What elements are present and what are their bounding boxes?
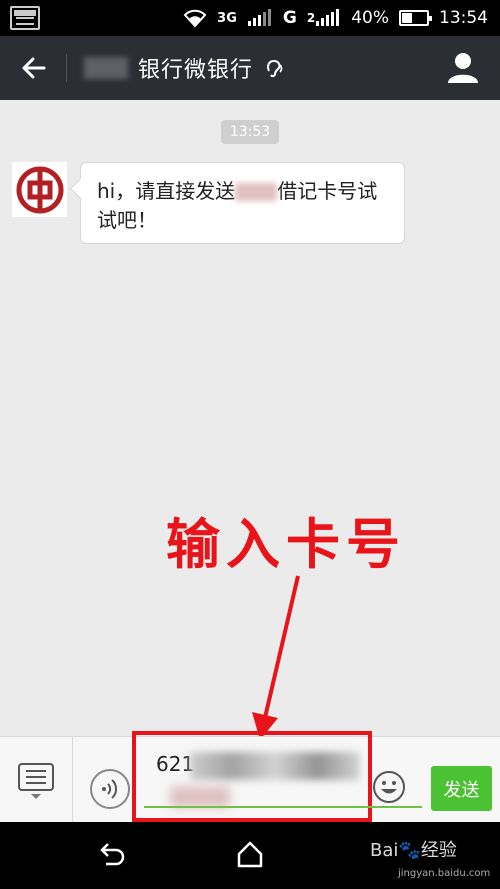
message-text-start: hi，请直接发送 xyxy=(97,179,236,203)
voice-input-button[interactable] xyxy=(90,769,130,809)
bank-avatar[interactable] xyxy=(12,162,67,217)
battery-percent: 40% xyxy=(351,8,389,28)
list-menu-icon xyxy=(18,763,54,799)
menu-toggle-button[interactable] xyxy=(0,737,73,823)
title-divider xyxy=(66,54,67,82)
nav-back-icon[interactable] xyxy=(96,838,128,870)
voice-wave-icon xyxy=(102,779,118,799)
network-g-indicator: G xyxy=(282,8,297,28)
watermark-logo: Bai🐾经验 xyxy=(370,836,457,862)
clock: 13:54 xyxy=(439,8,488,28)
redacted-card-number xyxy=(190,752,360,780)
annotation-arrow-icon xyxy=(252,575,300,740)
annotation-label: 输入卡号 xyxy=(166,512,406,576)
smiley-icon xyxy=(373,771,405,803)
watermark-brand: Bai xyxy=(370,840,399,861)
nav-home-icon[interactable] xyxy=(234,838,266,870)
sim-2-label: 2 xyxy=(306,11,316,25)
message-input[interactable]: 621 xyxy=(156,752,194,776)
title-bar: 银行微银行 xyxy=(0,36,500,100)
watermark-brand-cn: 经验 xyxy=(420,840,457,861)
watermark-paw-icon: 🐾 xyxy=(398,840,421,861)
input-underline xyxy=(144,806,422,808)
earpiece-mode-icon xyxy=(263,57,285,79)
signal-strength-icon xyxy=(247,9,273,27)
wifi-icon xyxy=(183,8,207,28)
redacted-text xyxy=(235,183,278,201)
message-bubble: hi，请直接发送 借记卡号试试吧！ xyxy=(80,162,405,244)
back-arrow-icon[interactable] xyxy=(18,52,50,84)
chat-title-group: 银行微银行 xyxy=(84,36,285,100)
time-badge: 13:53 xyxy=(221,120,279,144)
battery-icon xyxy=(399,10,432,26)
signal-2-icon: 2 xyxy=(307,9,341,27)
emoji-button[interactable] xyxy=(372,770,406,804)
watermark-url: jingyan.baidu.com xyxy=(398,868,491,879)
network-3g-indicator: 3G xyxy=(217,10,237,26)
status-bar: 3G G 2 40% 13:54 xyxy=(0,0,500,36)
redacted-bank-name xyxy=(84,57,128,79)
bank-logo-icon xyxy=(16,166,63,213)
page-title: 银行微银行 xyxy=(138,58,254,83)
profile-icon[interactable] xyxy=(446,50,480,84)
redacted-card-number-2 xyxy=(170,786,230,808)
send-button[interactable]: 发送 xyxy=(431,766,492,811)
notification-icon xyxy=(10,6,40,30)
status-icons: 3G G 2 40% 13:54 xyxy=(183,0,488,36)
